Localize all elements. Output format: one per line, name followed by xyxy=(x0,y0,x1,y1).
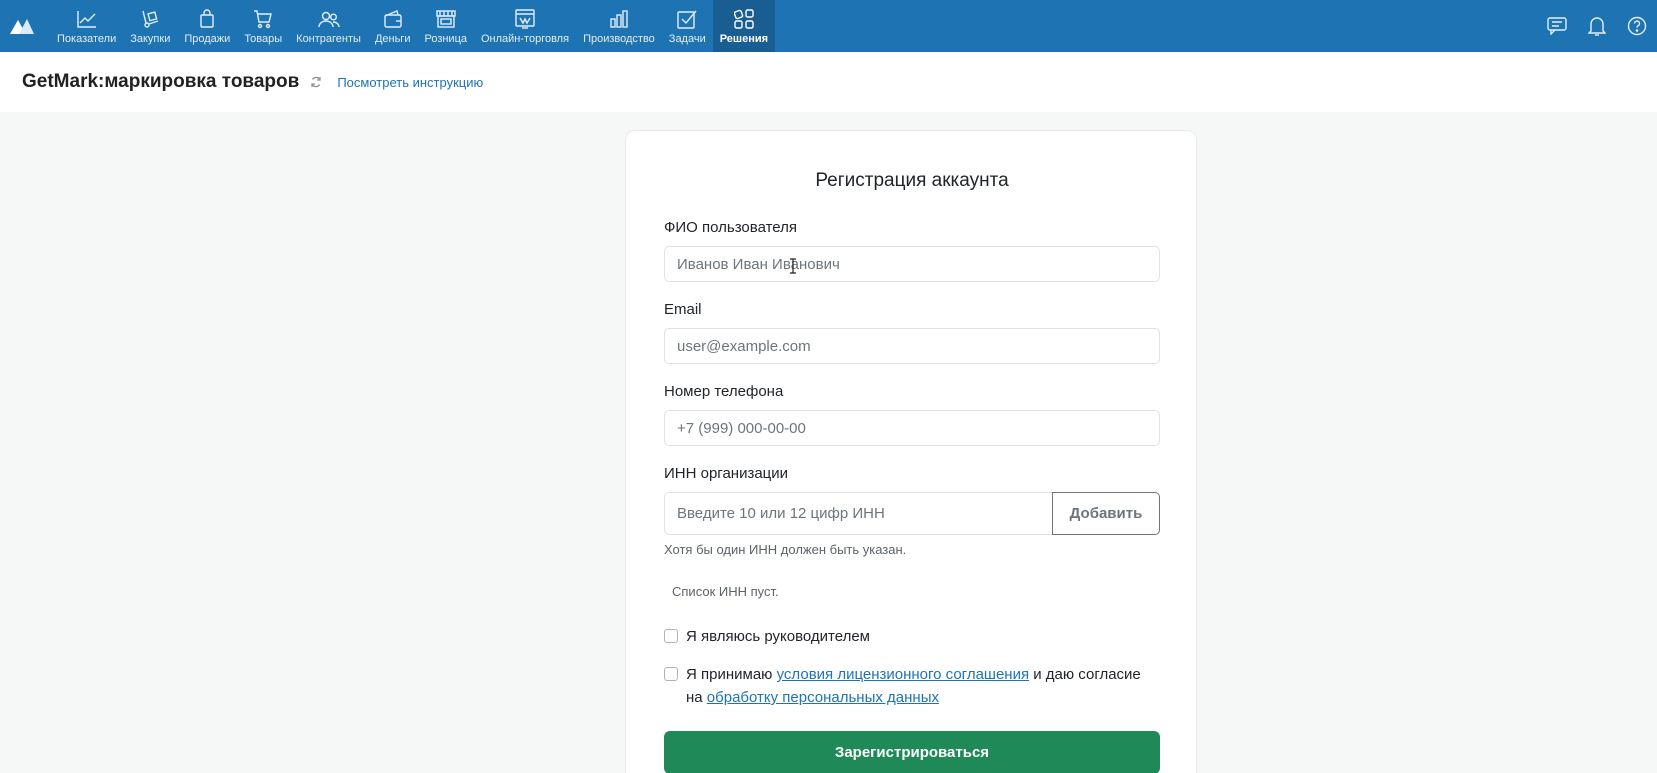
registration-card: Регистрация аккаунта ФИО пользователя Em… xyxy=(625,130,1197,773)
nav-item-label: Показатели xyxy=(57,32,117,45)
bell-icon[interactable] xyxy=(1577,0,1617,52)
nav-item-label: Продажи xyxy=(184,32,231,45)
nav-item-label: Задачи xyxy=(668,32,706,45)
nav-item-label: Розница xyxy=(424,32,467,45)
full-name-input[interactable] xyxy=(664,246,1160,282)
nav-right-tools xyxy=(1537,0,1657,52)
inn-list-empty: Список ИНН пуст. xyxy=(672,584,779,599)
inn-help-text: Хотя бы один ИНН должен быть указан. xyxy=(664,542,907,557)
view-instruction-link[interactable]: Посмотреть инструкцию xyxy=(337,75,483,90)
agreement-checkbox-row: Я принимаю условия лицензионного соглаше… xyxy=(664,663,1160,709)
nav-item-contractors[interactable]: Контрагенты xyxy=(289,0,368,52)
nav-item-solutions[interactable]: Решения xyxy=(712,0,776,52)
phone-input[interactable] xyxy=(664,410,1160,446)
top-navigation: Показатели Закупки Продажи Товары Контра… xyxy=(0,0,1657,52)
add-inn-button[interactable]: Добавить xyxy=(1052,492,1160,535)
nav-items: Показатели Закупки Продажи Товары Контра… xyxy=(50,0,776,52)
store-icon xyxy=(434,8,458,30)
shopping-bag-icon xyxy=(195,8,219,30)
nav-item-production[interactable]: Производство xyxy=(576,0,662,52)
form-title: Регистрация аккаунта xyxy=(815,170,1009,191)
nav-item-label: Решения xyxy=(719,32,769,45)
nav-item-purchases[interactable]: Закупки xyxy=(123,0,177,52)
manager-checkbox[interactable] xyxy=(664,629,678,643)
nav-item-money[interactable]: Деньги xyxy=(368,0,418,52)
nav-item-products[interactable]: Товары xyxy=(237,0,289,52)
refresh-icon[interactable] xyxy=(309,75,323,89)
agreement-checkbox[interactable] xyxy=(664,667,678,681)
chart-line-icon xyxy=(75,8,99,30)
nav-item-online-trade[interactable]: Онлайн-торговля xyxy=(474,0,576,52)
manager-checkbox-label: Я являюсь руководителем xyxy=(686,628,870,645)
agreement-prefix: Я принимаю xyxy=(686,666,777,683)
nav-item-sales[interactable]: Продажи xyxy=(177,0,237,52)
app-logo-icon[interactable] xyxy=(2,0,42,52)
page-title: GetMark:маркировка товаров xyxy=(22,71,300,92)
text-cursor-icon xyxy=(790,258,796,274)
phone-label: Номер телефона xyxy=(664,383,784,400)
nav-item-label: Контрагенты xyxy=(296,32,361,45)
wallet-icon xyxy=(381,8,405,30)
online-store-icon xyxy=(513,8,537,30)
nav-item-tasks[interactable]: Задачи xyxy=(662,0,713,52)
hand-truck-icon xyxy=(138,8,162,30)
agreement-text: Я принимаю условия лицензионного соглаше… xyxy=(686,663,1160,709)
inn-label: ИНН организации xyxy=(664,465,789,482)
nav-item-label: Онлайн-торговля xyxy=(481,32,570,45)
nav-item-indicators[interactable]: Показатели xyxy=(50,0,123,52)
email-input[interactable] xyxy=(664,328,1160,364)
people-icon xyxy=(317,8,341,30)
help-icon[interactable] xyxy=(1617,0,1657,52)
task-check-icon xyxy=(675,8,699,30)
personal-data-link[interactable]: обработку персональных данных xyxy=(707,689,939,706)
nav-item-retail[interactable]: Розница xyxy=(417,0,474,52)
factory-icon xyxy=(607,8,631,30)
nav-item-label: Деньги xyxy=(374,32,411,45)
nav-item-label: Закупки xyxy=(130,32,171,45)
inn-input-group: Добавить xyxy=(664,492,1160,535)
cart-icon xyxy=(251,8,275,30)
email-label: Email xyxy=(664,301,702,318)
license-agreement-link[interactable]: условия лицензионного соглашения xyxy=(777,666,1029,683)
register-button[interactable]: Зарегистрироваться xyxy=(664,731,1160,773)
manager-checkbox-row: Я являюсь руководителем xyxy=(664,625,1160,648)
inn-input[interactable] xyxy=(664,492,1052,535)
apps-grid-icon xyxy=(732,8,756,30)
nav-item-label: Производство xyxy=(583,32,655,45)
nav-item-label: Товары xyxy=(244,32,283,45)
chat-icon[interactable] xyxy=(1537,0,1577,52)
page-header: GetMark:маркировка товаров Посмотреть ин… xyxy=(0,52,1657,112)
full-name-label: ФИО пользователя xyxy=(664,219,798,236)
